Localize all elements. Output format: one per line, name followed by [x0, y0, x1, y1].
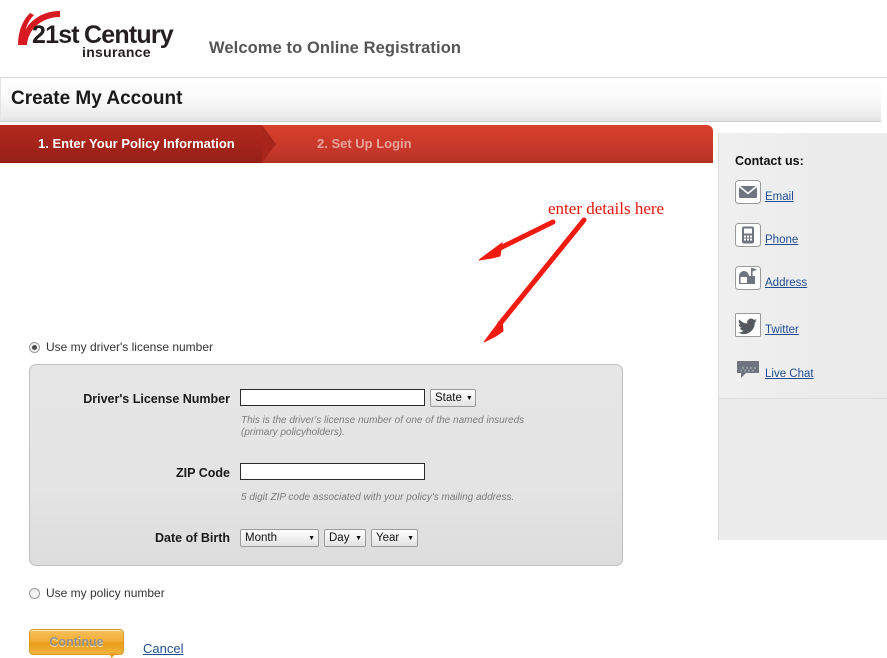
- contact-item-email[interactable]: Email: [735, 180, 794, 204]
- contact-link-phone[interactable]: Phone: [765, 234, 798, 247]
- label-zip-code: ZIP Code: [176, 466, 230, 480]
- contact-us-heading: Contact us:: [735, 154, 804, 168]
- state-select[interactable]: State ▼: [430, 389, 476, 407]
- radio-dot-policy-number[interactable]: [29, 587, 40, 599]
- dob-month-select[interactable]: Month ▼: [240, 529, 319, 547]
- contact-sidebar: Contact us: Email Phone Address Twitter …: [718, 133, 887, 540]
- chevron-down-icon: ▼: [355, 534, 362, 542]
- dob-year-select[interactable]: Year ▼: [371, 529, 418, 547]
- mobile-phone-icon: [735, 223, 761, 247]
- dob-year-value: Year: [376, 532, 400, 544]
- radio-label-policy-number: Use my policy number: [46, 586, 165, 600]
- step-arrow-divider: [262, 125, 276, 163]
- zip-code-input[interactable]: [240, 463, 425, 480]
- page-title-band: Create My Account: [0, 78, 881, 122]
- svg-text:21st: 21st: [32, 21, 80, 49]
- twitter-bird-icon: [735, 313, 761, 337]
- registration-steps-bar: 1. Enter Your Policy Information 2. Set …: [0, 125, 713, 163]
- dob-month-value: Month: [245, 532, 277, 544]
- chevron-down-icon: ▼: [465, 394, 473, 402]
- svg-text:insurance: insurance: [82, 44, 151, 60]
- contact-link-address[interactable]: Address: [765, 277, 807, 290]
- speech-bubble-icon: [735, 357, 761, 381]
- contact-item-twitter[interactable]: Twitter: [735, 313, 799, 337]
- mailbox-icon: [735, 266, 761, 290]
- site-header: 21st Century insurance Welcome to Online…: [0, 0, 887, 78]
- contact-item-phone[interactable]: Phone: [735, 223, 798, 247]
- contact-link-email[interactable]: Email: [765, 191, 794, 204]
- contact-link-twitter[interactable]: Twitter: [765, 324, 799, 337]
- radio-label-drivers-license: Use my driver's license number: [46, 340, 214, 354]
- radio-option-policy-number[interactable]: Use my policy number: [29, 586, 165, 600]
- tab-step-2-set-up-login[interactable]: 2. Set Up Login: [317, 136, 412, 151]
- dob-day-value: Day: [329, 532, 350, 544]
- brand-logo[interactable]: 21st Century insurance: [12, 7, 192, 63]
- chevron-down-icon: ▼: [308, 534, 315, 542]
- hint-drivers-license: This is the driver's license number of o…: [241, 415, 525, 438]
- welcome-title: Welcome to Online Registration: [209, 39, 462, 57]
- dob-day-select[interactable]: Day ▼: [324, 529, 366, 547]
- tab-step-1-policy-information[interactable]: 1. Enter Your Policy Information: [38, 136, 235, 151]
- label-drivers-license-number: Driver's License Number: [83, 392, 230, 406]
- page-title: Create My Account: [11, 88, 183, 109]
- hint-zip-code: 5 digit ZIP code associated with your po…: [241, 492, 515, 503]
- envelope-icon: [735, 180, 761, 204]
- contact-item-address[interactable]: Address: [735, 266, 807, 290]
- state-select-value: State: [435, 392, 462, 404]
- cancel-link[interactable]: Cancel: [143, 641, 183, 656]
- radio-option-drivers-license[interactable]: Use my driver's license number: [29, 340, 213, 354]
- contact-item-live-chat[interactable]: Live Chat: [735, 357, 814, 381]
- continue-button[interactable]: Continue: [29, 629, 124, 655]
- contact-link-live-chat[interactable]: Live Chat: [765, 368, 814, 381]
- chevron-down-icon: ▼: [407, 534, 414, 542]
- drivers-license-number-input[interactable]: [240, 389, 425, 406]
- label-date-of-birth: Date of Birth: [155, 531, 230, 545]
- radio-dot-drivers-license[interactable]: [29, 341, 40, 353]
